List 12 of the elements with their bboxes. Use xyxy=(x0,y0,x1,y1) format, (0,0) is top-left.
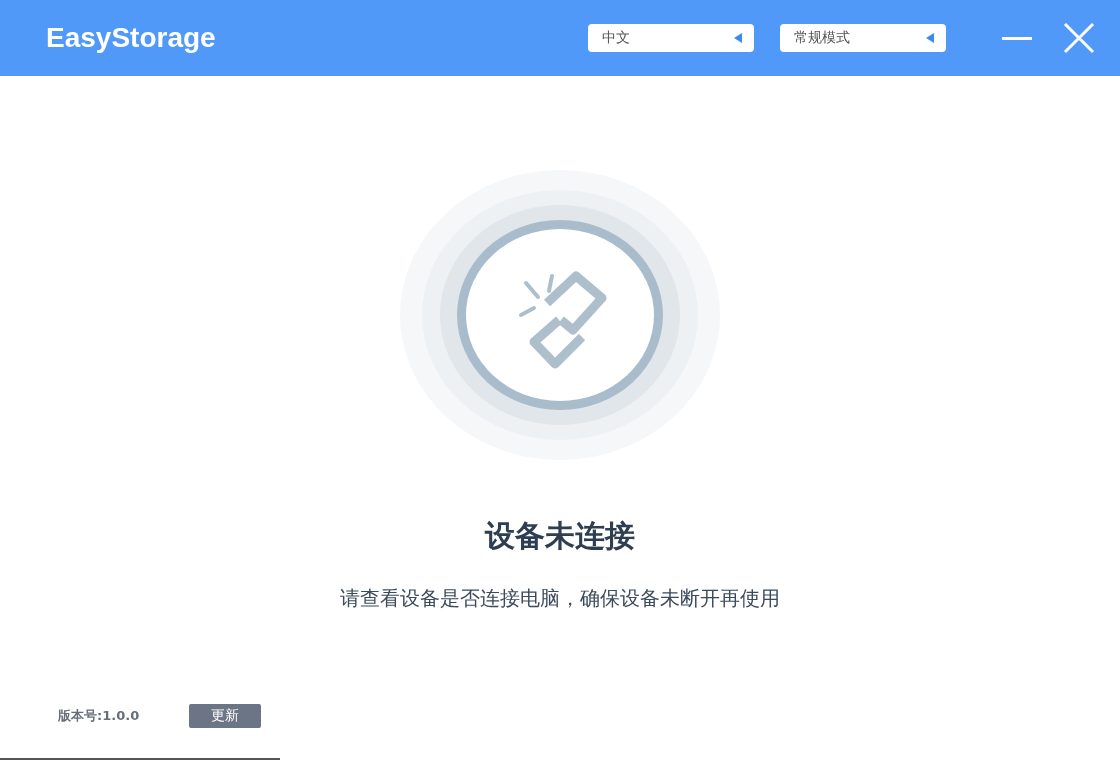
version-label: 版本号:1.0.0 xyxy=(58,707,140,725)
caret-icon xyxy=(734,33,742,43)
app-title: EasyStorage xyxy=(46,22,217,54)
close-button[interactable] xyxy=(1062,21,1096,55)
caret-icon xyxy=(926,33,934,43)
dropdown-select[interactable]: 常规模式 xyxy=(780,24,946,52)
update-button[interactable]: 更新 xyxy=(189,704,262,728)
status-message: 请查看设备是否连接电脑，确保设备未断开再使用 xyxy=(340,585,780,612)
dropdown-select[interactable]: 中文 xyxy=(588,24,754,52)
minimize-icon xyxy=(1002,36,1032,40)
close-icon xyxy=(1063,22,1095,54)
status-title: 设备未连接 xyxy=(485,517,635,555)
